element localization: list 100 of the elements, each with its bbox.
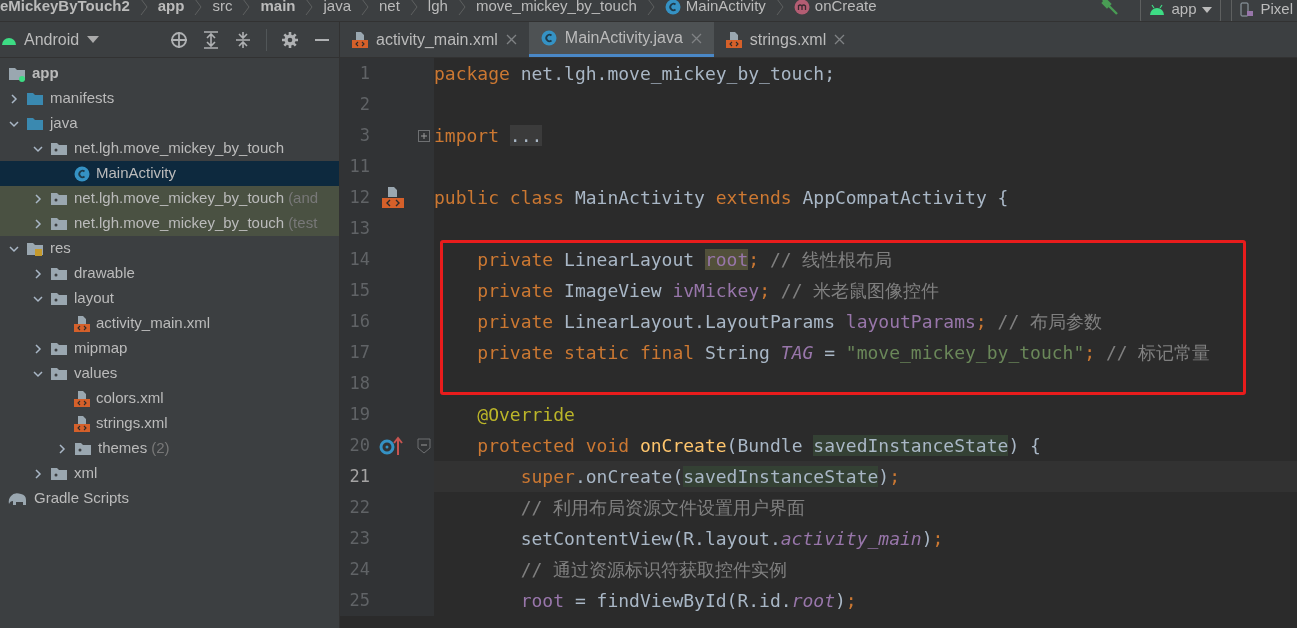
- xml-file-icon: [74, 389, 90, 408]
- chevron-right-icon[interactable]: [32, 192, 44, 205]
- locate-icon[interactable]: [170, 30, 188, 49]
- resource-folder-icon: [26, 240, 44, 257]
- tree-item-label: manifests: [50, 88, 115, 109]
- android-icon: [1149, 3, 1166, 16]
- code-line: root = findViewById(R.id.root);: [519, 589, 857, 613]
- class-icon: [540, 30, 557, 46]
- tree-item-label: strings.xml: [96, 413, 168, 434]
- xml-file-icon: [74, 314, 90, 333]
- package-folder-icon: [50, 140, 68, 157]
- tree-item-label: res: [50, 238, 71, 259]
- package-folder-icon: [50, 365, 68, 382]
- editor-tab[interactable]: activity_main.xml: [340, 22, 529, 57]
- tree-item-label: xml: [74, 463, 98, 484]
- breadcrumb-item[interactable]: main: [260, 0, 296, 18]
- code-line: super.onCreate(savedInstanceState);: [519, 465, 901, 489]
- tree-item-label: colors.xml: [96, 388, 164, 409]
- module-folder-icon: [8, 65, 26, 82]
- tree-item[interactable]: MainActivity: [0, 161, 339, 186]
- separator-icon: [194, 0, 203, 16]
- code-line: private LinearLayout.LayoutParams layoutParams; // 布局参数: [476, 310, 1103, 334]
- code-line: package net.lgh.move_mickey_by_touch;: [434, 62, 835, 86]
- package-folder-icon: [50, 340, 68, 357]
- folder-icon: [26, 90, 44, 107]
- breadcrumb-item[interactable]: net: [379, 0, 400, 18]
- collapse-all-icon[interactable]: [234, 30, 252, 49]
- class-icon: [74, 165, 90, 182]
- dropdown-arrow-icon: [1202, 6, 1213, 13]
- tree-item-label: MainActivity: [96, 163, 177, 184]
- tree-item-label: themes: [98, 438, 148, 459]
- code-line: setContentView(R.layout.activity_main);: [519, 527, 944, 551]
- tree-item-suffix: (2): [151, 438, 170, 459]
- chevron-right-icon[interactable]: [8, 92, 20, 105]
- chevron-right-icon[interactable]: [32, 467, 44, 480]
- xml-file-icon: [352, 30, 368, 49]
- code-line: // 利用布局资源文件设置用户界面: [519, 496, 806, 520]
- tree-item-label: java: [50, 113, 78, 134]
- separator-icon: [242, 0, 251, 16]
- breadcrumb-item[interactable]: app: [157, 0, 185, 18]
- separator-icon: [457, 0, 466, 16]
- code-line: protected void onCreate(Bundle savedInstanceState) {: [476, 434, 1041, 458]
- device-icon: [1240, 1, 1255, 18]
- tree-item-label: app: [32, 63, 59, 84]
- chevron-right-icon[interactable]: [32, 342, 44, 355]
- xml-file-icon: [725, 30, 742, 49]
- folder-icon: [26, 115, 44, 132]
- xml-file-icon: [74, 414, 90, 433]
- code-line: private LinearLayout root; // 线性根布局: [476, 248, 893, 272]
- fold-plus-icon[interactable]: [418, 129, 430, 142]
- code-line: // 通过资源标识符获取控件实例: [519, 558, 788, 582]
- separator-icon: [775, 0, 784, 16]
- project-view-dropdown[interactable]: Android: [2, 27, 100, 52]
- expand-all-icon[interactable]: [202, 30, 220, 49]
- breadcrumb-item[interactable]: onCreate: [793, 0, 877, 18]
- code-line: private static final String TAG = "move_mickey_by_touch"; // 标记常量: [476, 341, 1211, 365]
- close-icon[interactable]: [834, 34, 846, 45]
- tree-item-label: layout: [74, 288, 115, 309]
- code-line: public class MainActivity extends AppCompatActivity {: [434, 186, 1009, 210]
- code-line: private ImageView ivMickey; // 米老鼠图像控件: [476, 279, 940, 303]
- tab-label: MainActivity.java: [564, 28, 683, 48]
- editor-tab[interactable]: MainActivity.java: [528, 22, 714, 57]
- layout-file-icon[interactable]: [380, 185, 404, 210]
- separator-icon: [305, 0, 314, 16]
- class-icon: [664, 0, 681, 15]
- chevron-right-icon[interactable]: [32, 217, 44, 230]
- code-line: @Override: [476, 403, 575, 427]
- breadcrumb-item[interactable]: java: [323, 0, 351, 18]
- tree-item-label: mipmap: [74, 338, 128, 359]
- close-icon[interactable]: [505, 34, 517, 45]
- line-number: 21: [348, 464, 370, 488]
- breadcrumb-item[interactable]: MainActivity: [664, 0, 766, 18]
- breadcrumb-item[interactable]: move_mickey_by_touch: [475, 0, 637, 18]
- code-line: import ...: [434, 124, 543, 148]
- tree-item-label: net.lgh.move_mickey_by_touch: [74, 188, 285, 209]
- tree-item-label: net.lgh.move_mickey_by_touch: [74, 213, 285, 234]
- breadcrumb-item[interactable]: lgh: [427, 0, 448, 18]
- dropdown-arrow-icon: [87, 36, 100, 43]
- tree-item-label: activity_main.xml: [96, 313, 211, 334]
- editor-tab[interactable]: strings.xml: [713, 22, 858, 57]
- breadcrumb-item[interactable]: eMickeyByTouch2: [0, 0, 130, 18]
- tree-item-label: Gradle Scripts: [34, 488, 130, 509]
- chevron-right-icon[interactable]: [56, 442, 68, 455]
- separator-icon: [409, 0, 418, 16]
- tree-item-label: values: [74, 363, 118, 384]
- package-folder-icon: [50, 290, 68, 307]
- package-folder-icon: [50, 190, 68, 207]
- elephant-icon: [8, 491, 28, 506]
- package-folder-icon: [50, 465, 68, 482]
- tree-item-label: drawable: [74, 263, 135, 284]
- separator-icon: [646, 0, 655, 16]
- separator-icon: [361, 0, 369, 16]
- override-icon[interactable]: [379, 435, 405, 456]
- chevron-right-icon[interactable]: [32, 267, 44, 280]
- breadcrumb-item[interactable]: src: [212, 0, 233, 18]
- package-folder-icon: [74, 440, 92, 457]
- settings-icon[interactable]: [281, 30, 299, 49]
- tab-label: activity_main.xml: [376, 29, 498, 50]
- tree-item-label: net.lgh.move_mickey_by_touch: [74, 138, 285, 159]
- package-folder-icon: [50, 265, 68, 282]
